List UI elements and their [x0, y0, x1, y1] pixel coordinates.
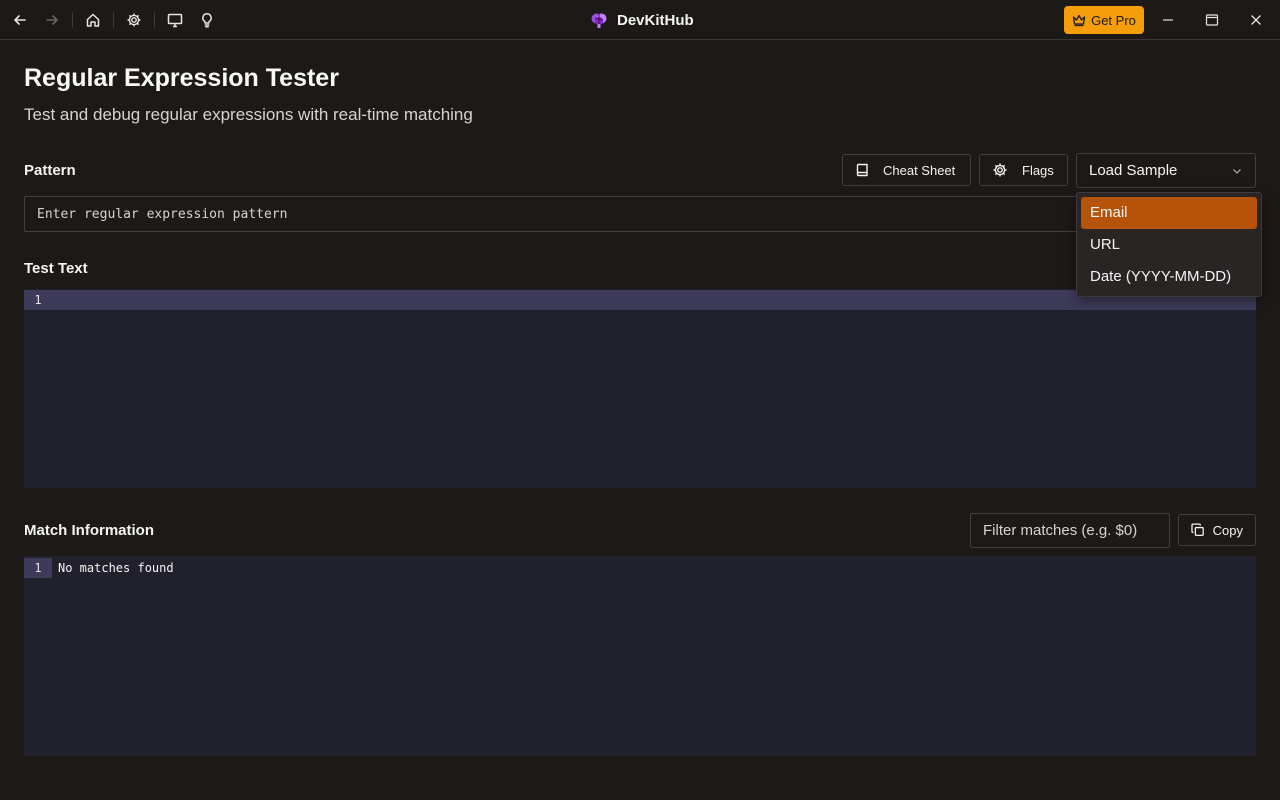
minimize-button[interactable] — [1156, 8, 1180, 32]
toolbar-divider — [154, 12, 155, 28]
pattern-label: Pattern — [24, 162, 76, 179]
monitor-icon — [167, 13, 183, 28]
chevron-down-icon — [1233, 168, 1241, 174]
test-text-editor[interactable]: 1 — [24, 289, 1256, 488]
match-result-text: No matches found — [58, 561, 174, 575]
app-title: DevKitHub — [617, 11, 694, 29]
get-pro-button[interactable]: Get Pro — [1064, 6, 1144, 34]
settings-button[interactable] — [122, 8, 146, 32]
cheat-sheet-button[interactable]: Cheat Sheet — [842, 154, 971, 186]
maximize-icon — [1205, 14, 1219, 26]
line-number: 1 — [24, 558, 52, 578]
book-icon — [856, 163, 868, 177]
display-button[interactable] — [163, 8, 187, 32]
maximize-button[interactable] — [1200, 8, 1224, 32]
home-icon — [86, 13, 100, 27]
crown-icon — [1072, 14, 1086, 27]
sample-option-date[interactable]: Date (YYYY-MM-DD) — [1081, 261, 1257, 293]
flags-button[interactable]: Flags — [979, 154, 1068, 186]
get-pro-label: Get Pro — [1091, 12, 1136, 28]
cheat-sheet-label: Cheat Sheet — [883, 162, 956, 178]
tips-button[interactable] — [195, 8, 219, 32]
load-sample-dropdown: Email URL Date (YYYY-MM-DD) — [1076, 192, 1262, 297]
match-info-label: Match Information — [24, 522, 154, 539]
app-brand: DevKitHub — [590, 0, 694, 40]
toolbar-divider — [113, 12, 114, 28]
forward-button[interactable] — [40, 8, 64, 32]
close-button[interactable] — [1244, 8, 1268, 32]
close-icon — [1251, 15, 1261, 25]
home-button[interactable] — [81, 8, 105, 32]
flags-label: Flags — [1022, 162, 1054, 178]
page-subtitle: Test and debug regular expressions with … — [24, 105, 473, 124]
title-bar: DevKitHub Get Pro — [0, 0, 1280, 40]
brain-logo-icon — [591, 13, 607, 28]
toolbar-divider — [72, 12, 73, 28]
gear-icon — [993, 163, 1007, 177]
lightbulb-icon — [202, 13, 212, 28]
pattern-input[interactable] — [24, 196, 1256, 232]
minimize-icon — [1163, 19, 1173, 21]
copy-label: Copy — [1212, 522, 1243, 538]
arrow-right-icon — [46, 15, 58, 25]
filter-matches-input[interactable] — [970, 513, 1170, 548]
sample-option-url[interactable]: URL — [1081, 229, 1257, 261]
gear-icon — [127, 13, 141, 27]
test-text-label: Test Text — [24, 260, 88, 277]
load-sample-label: Load Sample — [1089, 162, 1178, 179]
load-sample-select[interactable]: Load Sample — [1076, 153, 1256, 188]
page-title: Regular Expression Tester — [24, 64, 339, 92]
back-button[interactable] — [8, 8, 32, 32]
match-output-editor[interactable]: 1 No matches found — [24, 556, 1256, 756]
copy-button[interactable]: Copy — [1178, 514, 1256, 546]
active-line-highlight — [24, 290, 1256, 310]
copy-icon — [1191, 523, 1204, 536]
arrow-left-icon — [14, 15, 26, 25]
nav-toolbar — [8, 0, 219, 40]
line-number: 1 — [34, 293, 42, 307]
sample-option-email[interactable]: Email — [1081, 197, 1257, 229]
